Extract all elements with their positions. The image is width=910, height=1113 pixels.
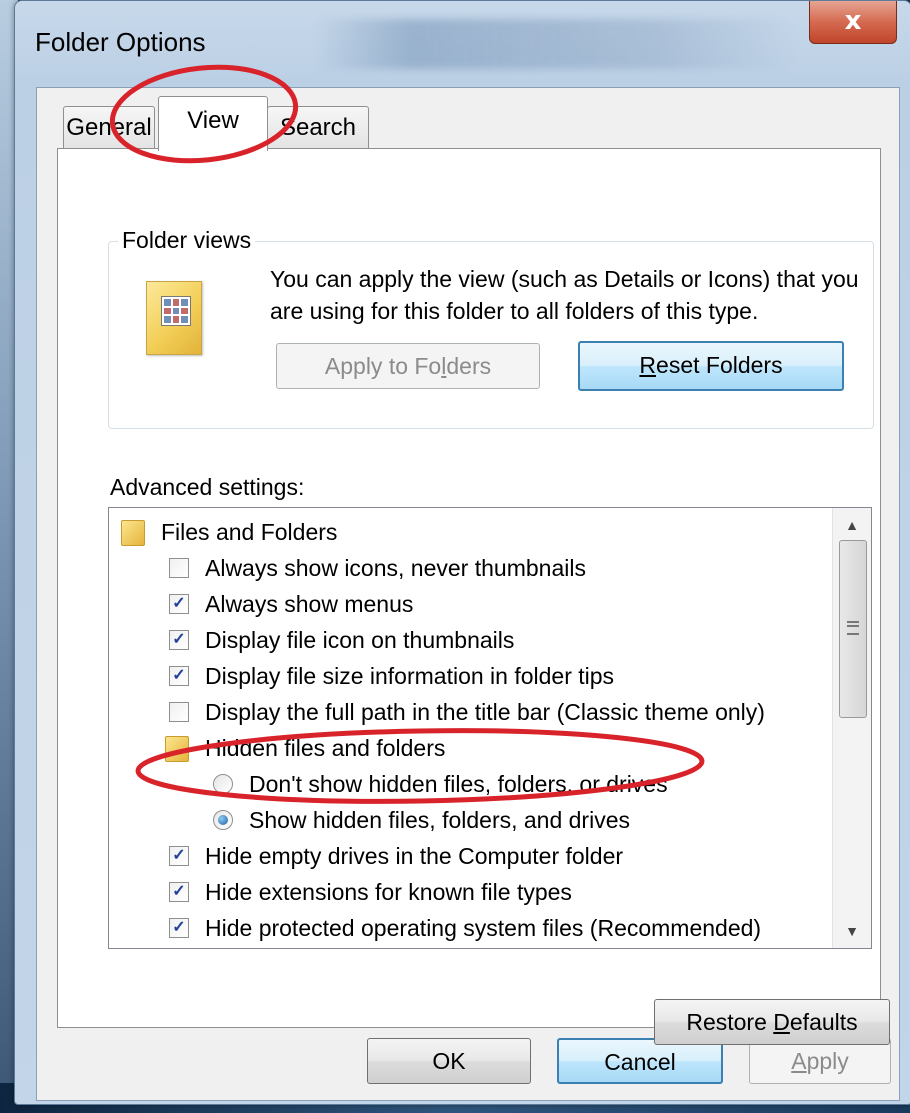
checkbox-option[interactable]: Always show icons, never thumbnails (169, 550, 586, 586)
folder-view-icon (146, 281, 202, 355)
apply-to-folders-button[interactable]: Apply to Folders (276, 343, 540, 389)
tab-general[interactable]: General (63, 106, 155, 149)
radio-option[interactable]: Show hidden files, folders, and drives (213, 802, 630, 838)
checkbox-checked-icon[interactable]: ✓ (169, 630, 189, 650)
checkbox-option[interactable]: ✓ Hide extensions for known file types (169, 874, 572, 910)
radio-option[interactable]: Don't show hidden files, folders, or dri… (213, 766, 668, 802)
list-item-label: Don't show hidden files, folders, or dri… (249, 771, 668, 797)
checkbox-unchecked-icon[interactable] (169, 558, 189, 578)
tab-view[interactable]: View (158, 96, 268, 151)
checkbox-option[interactable]: ✓ Display file size information in folder… (169, 658, 615, 694)
checkbox-checked-icon[interactable]: ✓ (169, 846, 189, 866)
list-item-label: Always show menus (205, 591, 414, 617)
grip-icon (847, 621, 859, 635)
scroll-thumb[interactable] (839, 540, 867, 718)
checkbox-option[interactable]: Display the full path in the title bar (… (169, 694, 765, 730)
list-item-label: Hidden files and folders (205, 735, 446, 761)
folder-icon (121, 520, 145, 546)
list-item-label: Show hidden files, folders, and drives (249, 807, 630, 833)
ok-button[interactable]: OK (367, 1038, 531, 1084)
checkbox-unchecked-icon[interactable] (169, 702, 189, 722)
list-item-label: Hide empty drives in the Computer folder (205, 843, 624, 869)
radio-unselected-icon[interactable] (213, 774, 233, 794)
folder-views-label: Folder views (118, 227, 256, 254)
checkbox-option[interactable]: ✓ Hide protected operating system files (… (169, 910, 762, 946)
advanced-settings-label: Advanced settings: (110, 474, 305, 500)
tab-search[interactable]: Search (267, 106, 369, 149)
list-item-label: Hide protected operating system files (R… (205, 915, 762, 941)
list-item-label: Files and Folders (161, 519, 338, 545)
checkbox-checked-icon[interactable]: ✓ (169, 918, 189, 938)
checkbox-option[interactable]: ✓ Always show menus (169, 586, 414, 622)
checkbox-checked-icon[interactable]: ✓ (169, 666, 189, 686)
folder-icon (165, 736, 189, 762)
close-button[interactable]: x (809, 1, 897, 44)
titlebar-glass (315, 19, 795, 69)
radio-selected-icon[interactable] (213, 810, 233, 830)
restore-defaults-button[interactable]: Restore Defaults (654, 999, 890, 1045)
checkbox-checked-icon[interactable]: ✓ (169, 594, 189, 614)
checkbox-option[interactable]: ✓ Hide empty drives in the Computer folde… (169, 838, 624, 874)
reset-folders-button[interactable]: Reset Folders (578, 341, 844, 391)
list-item-label: Display file size information in folder … (205, 663, 615, 689)
dialog-client: General View Search Folder views You can… (36, 87, 900, 1101)
list-group-header: Hidden files and folders (165, 730, 446, 766)
scroll-down-icon[interactable]: ▼ (833, 914, 871, 948)
checkbox-option[interactable]: ✓ Display file icon on thumbnails (169, 622, 515, 658)
list-item-label: Always show icons, never thumbnails (205, 555, 586, 581)
list-item-label: Display the full path in the title bar (… (205, 699, 765, 725)
checkbox-checked-icon[interactable]: ✓ (169, 882, 189, 902)
window-title: Folder Options (35, 27, 206, 57)
scrollbar[interactable]: ▲ ▼ (832, 508, 871, 948)
view-tab-panel: Folder views You can apply the view (suc… (57, 148, 890, 1045)
list-item-label: Hide extensions for known file types (205, 879, 572, 905)
list-group-header: Files and Folders (121, 514, 338, 550)
advanced-settings-list[interactable]: Files and Folders Always show icons, neve… (108, 507, 872, 949)
folder-options-dialog: Folder Options x General View Search Fol… (14, 0, 910, 1105)
list-item-label: Display file icon on thumbnails (205, 627, 515, 653)
scroll-up-icon[interactable]: ▲ (833, 508, 871, 542)
folder-views-description: You can apply the view (such as Details … (270, 266, 859, 324)
